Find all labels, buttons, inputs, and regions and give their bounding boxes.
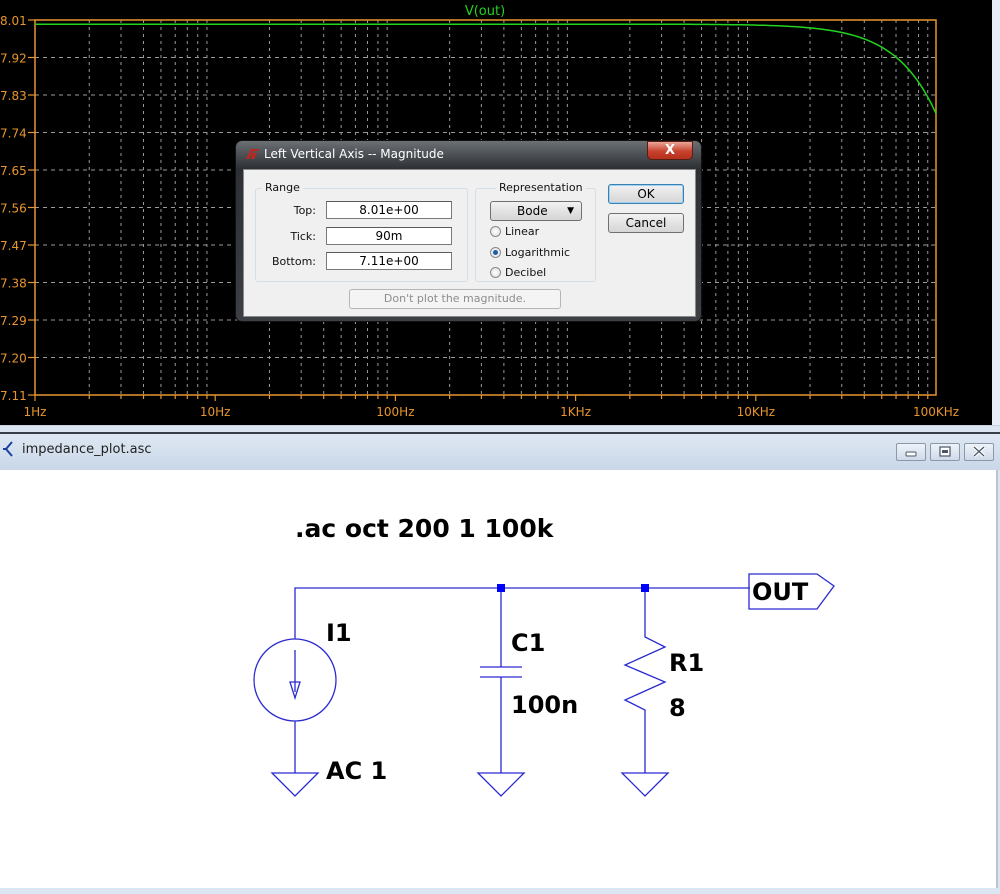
chevron-down-icon: ▼ xyxy=(567,202,574,220)
range-group: Range Top: 8.01e+00 Tick: 90m Bottom: 7.… xyxy=(255,188,468,282)
ac-directive[interactable]: .ac oct 200 1 100k xyxy=(295,514,555,543)
c1-name[interactable]: C1 xyxy=(511,629,545,657)
radio-logarithmic[interactable]: Logarithmic xyxy=(490,246,570,259)
junction-c1 xyxy=(497,584,505,592)
y-tick-label: 7.65 xyxy=(0,164,27,178)
restore-icon xyxy=(931,444,959,460)
tick-input[interactable]: 90m xyxy=(326,227,452,245)
axis-dialog: Left Vertical Axis -- Magnitude X Range … xyxy=(236,141,701,321)
x-tick-label: 10KHz xyxy=(737,405,775,419)
c1-value[interactable]: 100n xyxy=(511,691,578,719)
y-tick-label: 8.01 xyxy=(0,14,27,28)
schematic-titlebar[interactable]: impedance_plot.asc xyxy=(0,432,1000,470)
x-axis: 1Hz 10Hz 100Hz 1KHz 10KHz 100KHz xyxy=(24,395,960,419)
y-tick-label: 7.56 xyxy=(0,202,27,216)
y-tick-label: 7.20 xyxy=(0,352,27,366)
y-tick-label: 7.38 xyxy=(0,277,27,291)
radio-decibel-label: Decibel xyxy=(505,266,546,279)
top-label: Top: xyxy=(256,204,316,217)
r1-value[interactable]: 8 xyxy=(669,694,686,722)
i1-name[interactable]: I1 xyxy=(326,619,352,647)
schematic-window: impedance_plot.asc .ac oct 200 1 100k I1… xyxy=(0,432,1000,894)
y-tick-label: 7.74 xyxy=(0,127,27,141)
ok-button[interactable]: OK xyxy=(608,184,684,204)
x-tick-label: 10Hz xyxy=(200,405,231,419)
dialog-body: Range Top: 8.01e+00 Tick: 90m Bottom: 7.… xyxy=(243,169,696,317)
radio-decibel[interactable]: Decibel xyxy=(490,266,546,279)
radio-linear-label: Linear xyxy=(505,225,539,238)
representation-select-value: Bode xyxy=(517,204,548,218)
radio-dot xyxy=(490,267,501,278)
ground-icon xyxy=(622,773,668,796)
radio-dot-selected xyxy=(490,247,501,258)
window-bottom-edge xyxy=(0,888,1000,894)
y-tick-label: 7.83 xyxy=(0,89,27,103)
representation-group-label: Representation xyxy=(496,181,586,194)
close-icon xyxy=(965,444,993,460)
bottom-label: Bottom: xyxy=(256,255,316,268)
capacitor-c1[interactable] xyxy=(480,667,522,677)
dialog-title: Left Vertical Axis -- Magnitude xyxy=(264,147,444,161)
y-axis: 8.01 7.92 7.83 7.74 7.65 7.56 7.47 7.38 7.29 7.20… xyxy=(0,14,35,403)
top-input[interactable]: 8.01e+00 xyxy=(326,201,452,219)
close-button[interactable] xyxy=(964,443,994,461)
minimize-icon xyxy=(897,444,925,460)
radio-dot xyxy=(490,226,501,237)
tick-label: Tick: xyxy=(256,230,316,243)
range-group-label: Range xyxy=(262,181,303,194)
y-tick-label: 7.29 xyxy=(0,314,27,328)
y-tick-label: 7.11 xyxy=(0,389,27,403)
representation-group: Representation Bode ▼ Linear Logarithmic… xyxy=(475,188,596,282)
radio-logarithmic-label: Logarithmic xyxy=(505,246,570,259)
wire-top[interactable] xyxy=(295,588,750,620)
junction-r1 xyxy=(641,584,649,592)
representation-select[interactable]: Bode ▼ xyxy=(490,201,582,221)
ltspice-logo-icon xyxy=(244,148,260,160)
plot-scroll-edge xyxy=(992,0,1000,425)
radio-linear[interactable]: Linear xyxy=(490,225,539,238)
dialog-close-button[interactable]: X xyxy=(647,141,693,160)
ground-icon xyxy=(272,773,318,796)
ground-icon xyxy=(478,773,524,796)
trace-label-vout[interactable]: V(out) xyxy=(465,4,505,19)
trace-vout xyxy=(35,24,936,113)
y-tick-label: 7.92 xyxy=(0,52,27,66)
minimize-button[interactable] xyxy=(896,443,926,461)
x-tick-label: 100Hz xyxy=(376,405,414,419)
schematic-title: impedance_plot.asc xyxy=(22,442,152,457)
r1-name[interactable]: R1 xyxy=(669,649,704,677)
x-tick-label: 1KHz xyxy=(560,405,591,419)
x-tick-label: 1Hz xyxy=(24,405,47,419)
cancel-button[interactable]: Cancel xyxy=(608,213,684,233)
net-label-out-text: OUT xyxy=(752,578,809,606)
schematic-icon xyxy=(2,441,16,457)
y-tick-label: 7.47 xyxy=(0,239,27,253)
bottom-input[interactable]: 7.11e+00 xyxy=(326,252,452,270)
restore-button[interactable] xyxy=(930,443,960,461)
schematic-canvas[interactable]: .ac oct 200 1 100k I1 AC 1 C1 100n R1 8 … xyxy=(0,470,998,888)
x-tick-label: 100KHz xyxy=(913,405,959,419)
resistor-r1[interactable] xyxy=(625,588,665,773)
schematic-drawing[interactable]: .ac oct 200 1 100k I1 AC 1 C1 100n R1 8 … xyxy=(0,470,996,888)
i1-value[interactable]: AC 1 xyxy=(326,757,387,785)
dont-plot-magnitude-button[interactable]: Don't plot the magnitude. xyxy=(349,289,561,309)
